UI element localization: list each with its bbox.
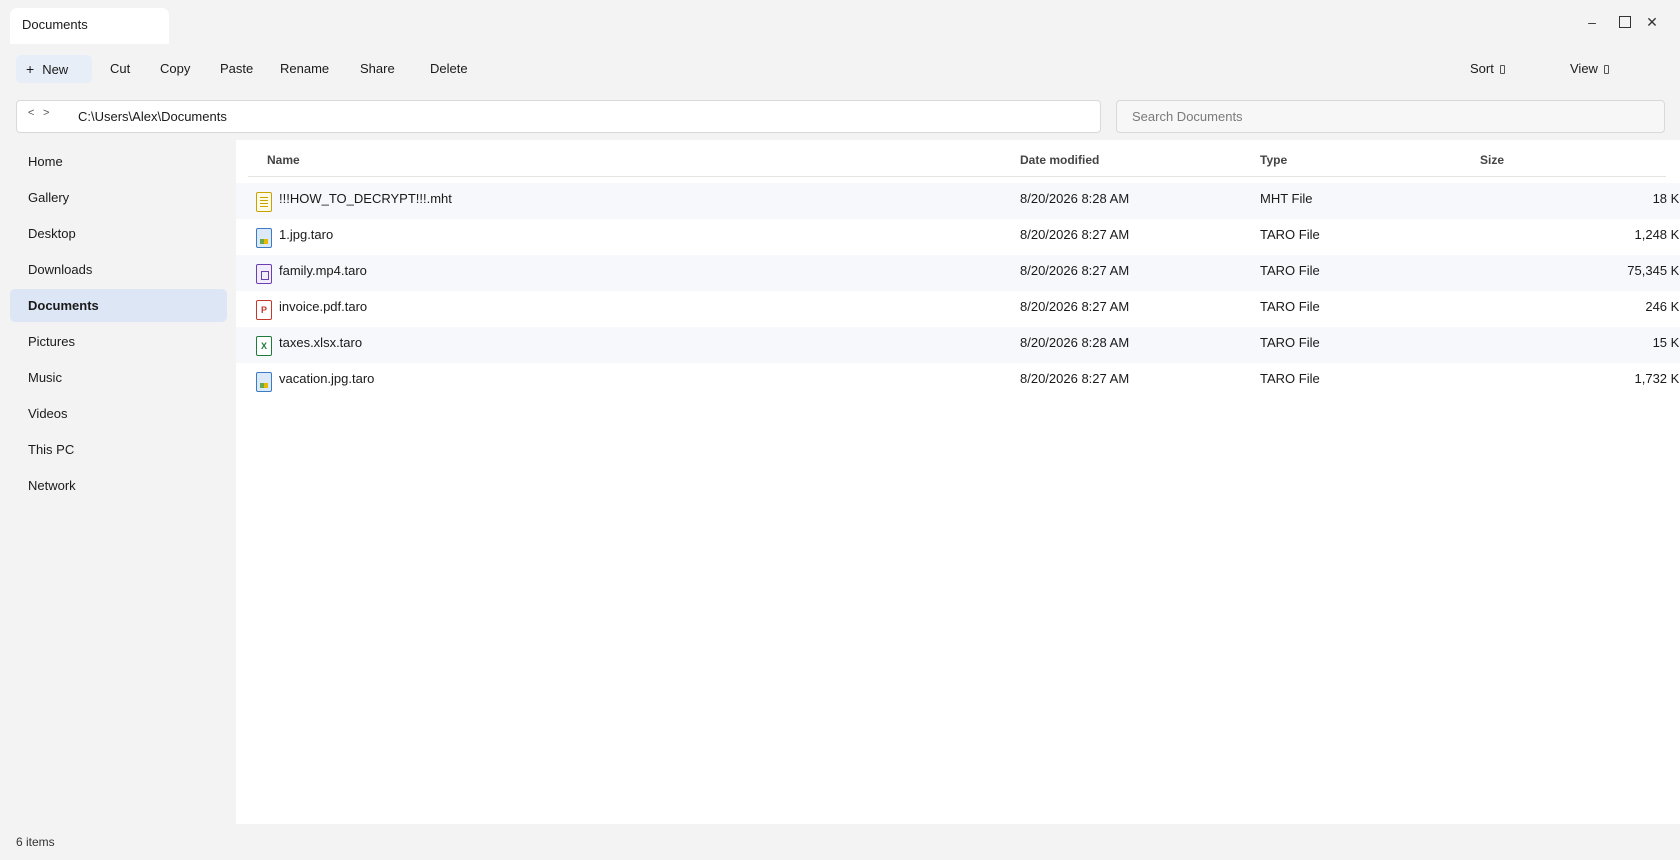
file-date: 8/20/2026 8:28 AM (1020, 191, 1130, 206)
sidebar-item-documents[interactable]: Documents (10, 289, 227, 322)
table-row[interactable]: P invoice.pdf.taro 8/20/2026 8:27 AM TAR… (236, 291, 1680, 327)
minimize-button[interactable]: – (1580, 12, 1604, 32)
sidebar-item-network[interactable]: Network (10, 469, 227, 502)
delete-button[interactable]: Delete (422, 55, 476, 83)
sort-dropdown-icon (1499, 65, 1505, 75)
table-row[interactable]: !!!HOW_TO_DECRYPT!!!.mht 8/20/2026 8:28 … (236, 183, 1680, 219)
table-row[interactable]: X taxes.xlsx.taro 8/20/2026 8:28 AM TARO… (236, 327, 1680, 363)
file-type: MHT File (1260, 191, 1313, 206)
video-icon (256, 264, 272, 284)
file-size: 18 KB (1652, 191, 1680, 206)
file-date: 8/20/2026 8:28 AM (1020, 335, 1130, 350)
file-name: 1.jpg.taro (279, 227, 334, 242)
file-type: TARO File (1260, 299, 1320, 314)
view-button[interactable]: View (1562, 55, 1617, 83)
tab-title: Documents (22, 17, 88, 32)
file-name: vacation.jpg.taro (279, 371, 375, 386)
column-header-size[interactable]: Size (1480, 153, 1504, 167)
sidebar-item-videos[interactable]: Videos (10, 397, 227, 430)
file-name: taxes.xlsx.taro (279, 335, 363, 350)
file-type: TARO File (1260, 263, 1320, 278)
file-list: Name Date modified Type Size !!!HOW_TO_D… (236, 140, 1680, 824)
table-row[interactable]: vacation.jpg.taro 8/20/2026 8:27 AM TARO… (236, 363, 1680, 399)
close-button[interactable]: ✕ (1640, 12, 1664, 32)
table-row[interactable]: family.mp4.taro 8/20/2026 8:27 AM TARO F… (236, 255, 1680, 291)
view-button-label: View (1570, 61, 1598, 76)
minimize-icon: – (1588, 14, 1596, 30)
sidebar-item-downloads[interactable]: Downloads (10, 253, 227, 286)
file-type: TARO File (1260, 371, 1320, 386)
pdf-icon: P (256, 300, 272, 320)
command-bar: + New Cut Copy Paste Rename Share Delete … (0, 52, 1680, 84)
file-type: TARO File (1260, 227, 1320, 242)
cut-button[interactable]: Cut (102, 55, 138, 83)
plus-icon: + (26, 61, 35, 77)
file-size: 246 KB (1645, 299, 1680, 314)
sidebar-item-pictures[interactable]: Pictures (10, 325, 227, 358)
image-icon (256, 372, 272, 392)
file-date: 8/20/2026 8:27 AM (1020, 371, 1130, 386)
copy-button[interactable]: Copy (152, 55, 198, 83)
header-divider (248, 176, 1666, 177)
tab-documents[interactable]: Documents (10, 8, 169, 44)
file-name: invoice.pdf.taro (279, 299, 368, 314)
status-bar: 6 items (0, 824, 1680, 860)
file-size: 15 KB (1652, 335, 1680, 350)
file-name: family.mp4.taro (279, 263, 367, 278)
file-date: 8/20/2026 8:27 AM (1020, 299, 1130, 314)
file-size: 1,732 KB (1634, 371, 1680, 386)
spreadsheet-icon: X (256, 336, 272, 356)
rename-button[interactable]: Rename (272, 55, 337, 83)
table-row[interactable]: 1.jpg.taro 8/20/2026 8:27 AM TARO File 1… (236, 219, 1680, 255)
navigation-pane: Home Gallery Desktop Downloads Documents… (0, 140, 236, 824)
search-input[interactable] (1116, 100, 1665, 133)
maximize-icon (1619, 16, 1631, 28)
paste-button[interactable]: Paste (212, 55, 261, 83)
sidebar-item-this-pc[interactable]: This PC (10, 433, 227, 466)
image-icon (256, 228, 272, 248)
file-date: 8/20/2026 8:27 AM (1020, 227, 1130, 242)
file-type: TARO File (1260, 335, 1320, 350)
file-size: 1,248 KB (1634, 227, 1680, 242)
item-count: 6 items (16, 835, 55, 849)
new-button[interactable]: + New (16, 55, 92, 83)
column-header-date-modified[interactable]: Date modified (1020, 153, 1099, 167)
sidebar-item-music[interactable]: Music (10, 361, 227, 394)
address-path[interactable]: C:\Users\Alex\Documents (78, 109, 227, 124)
sidebar-item-desktop[interactable]: Desktop (10, 217, 227, 250)
column-header-name[interactable]: Name (267, 153, 300, 167)
maximize-button[interactable] (1613, 12, 1637, 32)
document-icon (256, 192, 272, 212)
sidebar-item-home[interactable]: Home (10, 145, 227, 178)
sort-button-label: Sort (1470, 61, 1494, 76)
sidebar-item-gallery[interactable]: Gallery (10, 181, 227, 214)
file-size: 75,345 KB (1627, 263, 1680, 278)
sort-button[interactable]: Sort (1462, 55, 1513, 83)
back-arrow-icon[interactable]: < (28, 107, 34, 119)
file-name: !!!HOW_TO_DECRYPT!!!.mht (279, 191, 452, 206)
new-button-label: New (42, 62, 69, 77)
forward-arrow-icon[interactable]: > (43, 107, 49, 119)
column-header-type[interactable]: Type (1260, 153, 1287, 167)
view-dropdown-icon (1603, 65, 1609, 75)
title-bar: Documents – ✕ (0, 0, 1680, 48)
close-icon: ✕ (1646, 14, 1658, 30)
share-button[interactable]: Share (352, 55, 403, 83)
address-bar[interactable]: < > C:\Users\Alex\Documents (16, 100, 1101, 133)
file-date: 8/20/2026 8:27 AM (1020, 263, 1130, 278)
